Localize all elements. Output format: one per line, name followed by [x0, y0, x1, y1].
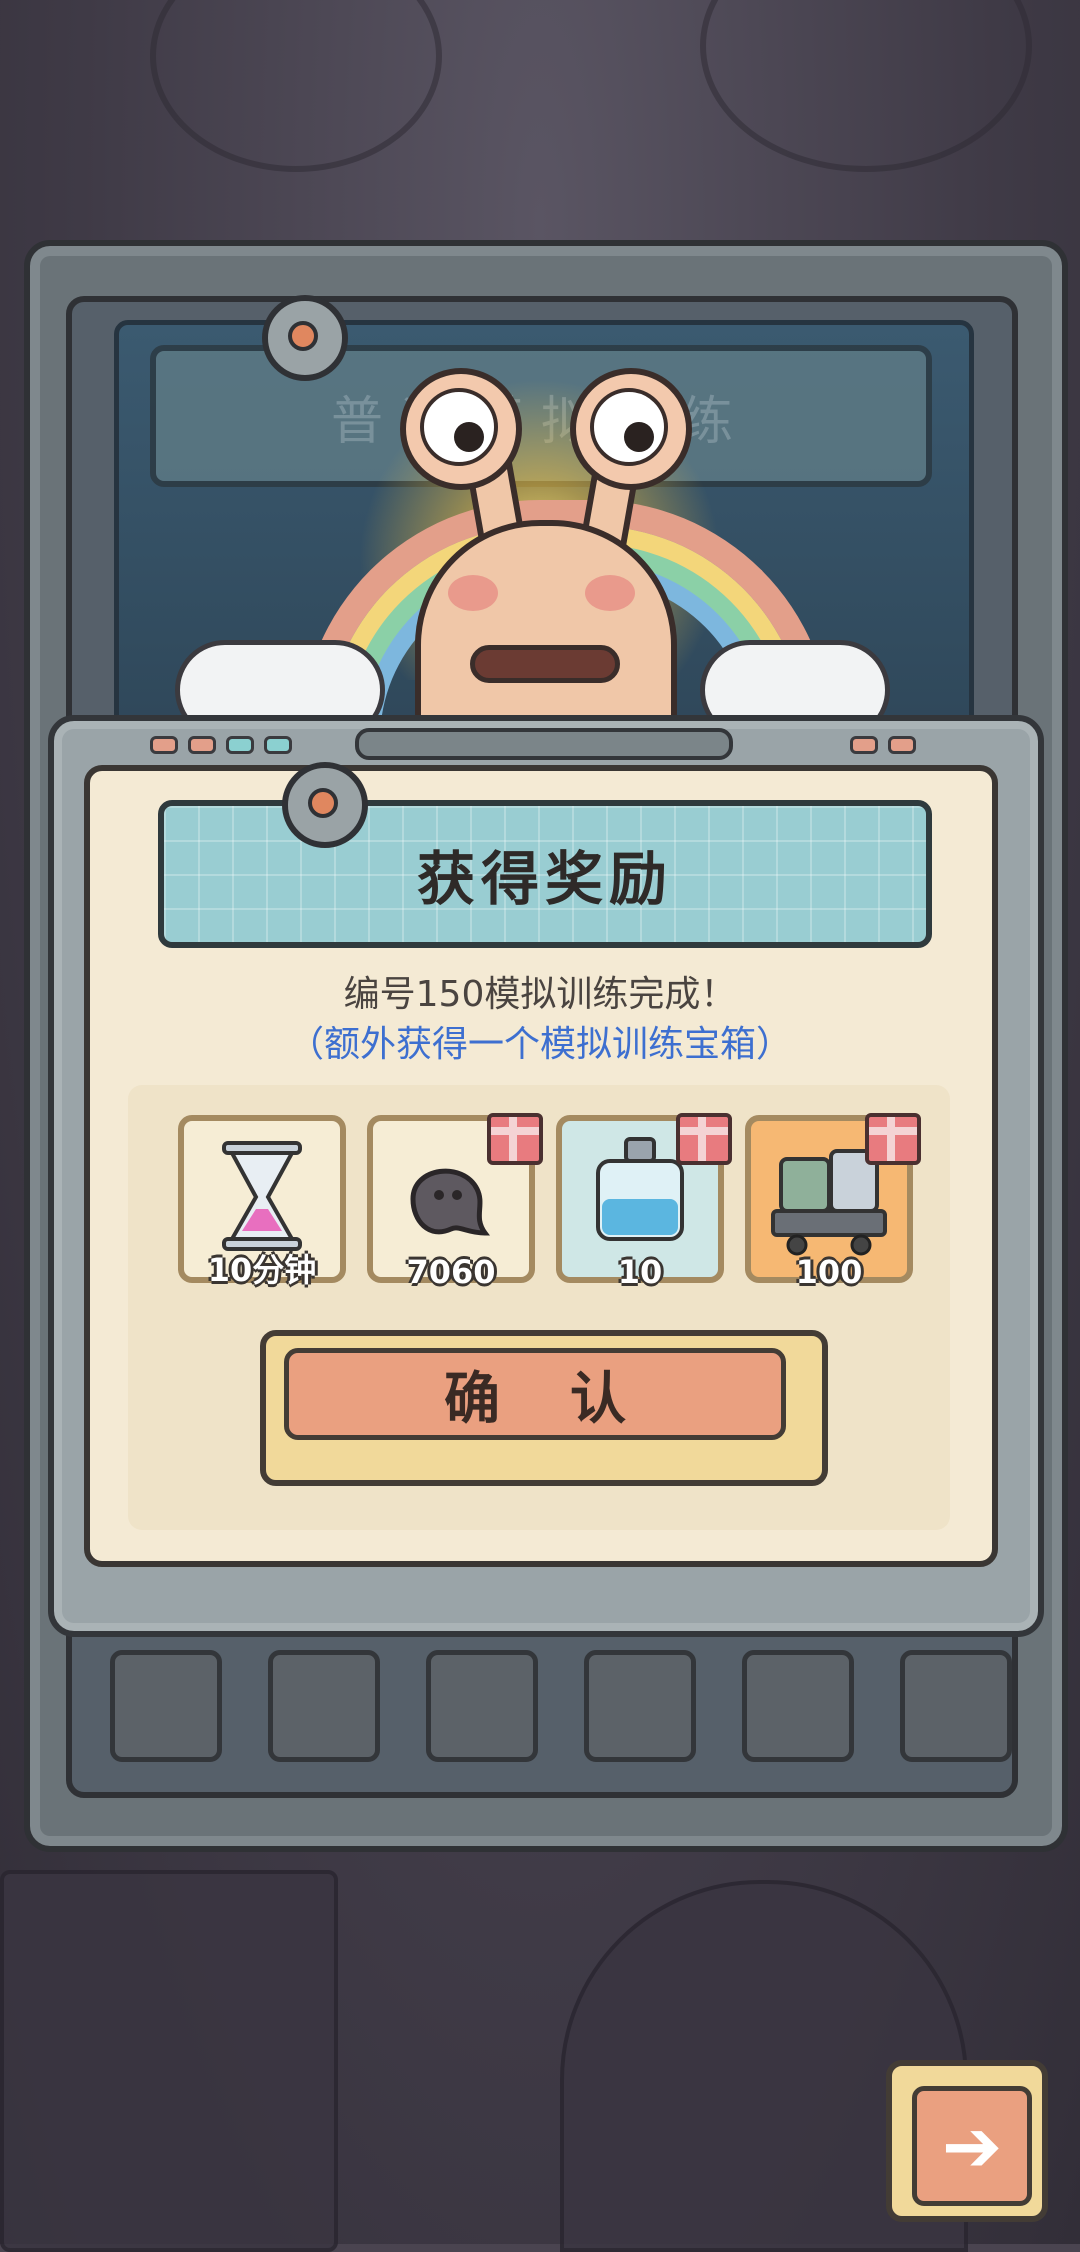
dialog-title: 获得奖励 [416, 845, 673, 913]
reward-label: 100 [795, 1253, 863, 1291]
machine-slot [268, 1650, 380, 1762]
bonus-message: （额外获得一个模拟训练宝箱） [287, 1024, 792, 1065]
completion-message: 编号150模拟训练完成！ [343, 974, 737, 1015]
gift-icon [676, 1113, 732, 1165]
slug-mouth [470, 645, 620, 683]
dialog-top-strip [355, 728, 733, 760]
indicator-lights [850, 736, 916, 754]
reward-item[interactable]: 10分钟 [178, 1115, 346, 1289]
slug-eye-left [400, 368, 522, 490]
knob-icon [262, 295, 348, 381]
machine-slot [584, 1650, 696, 1762]
reward-item[interactable]: 10 [556, 1113, 732, 1291]
reward-label: 10分钟 [207, 1251, 317, 1289]
machine-slot [426, 1650, 538, 1762]
indicator-lights [150, 736, 292, 754]
reward-item[interactable]: 100 [745, 1113, 921, 1291]
slug-eye-right [570, 368, 692, 490]
background-machine [0, 1870, 338, 2252]
slug-cheek [585, 575, 635, 611]
gift-icon [487, 1113, 543, 1165]
right-arrow-icon: ➔ [912, 2086, 1032, 2206]
reward-item[interactable]: 7060 [367, 1113, 543, 1291]
machine-slot [900, 1650, 1012, 1762]
machine-slot [742, 1650, 854, 1762]
gift-icon [865, 1113, 921, 1165]
confirm-button[interactable]: 确认 [284, 1348, 786, 1440]
machine-slot [110, 1650, 222, 1762]
next-button[interactable]: ➔ [886, 2060, 1048, 2222]
reward-label: 7060 [406, 1253, 496, 1291]
knob-icon [282, 762, 368, 848]
reward-label: 10 [617, 1253, 663, 1291]
slug-cheek [448, 575, 498, 611]
dialog-title-bar: 获得奖励 [158, 800, 932, 948]
machine-slots [110, 1650, 1012, 1762]
